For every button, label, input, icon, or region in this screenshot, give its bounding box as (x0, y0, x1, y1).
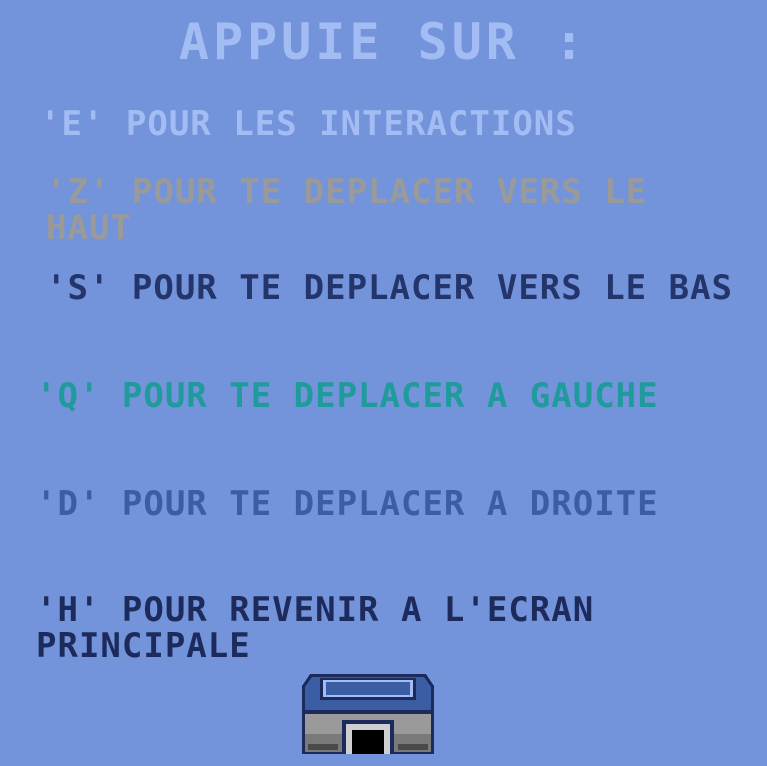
instruction-main-screen: 'H' POUR REVENIR A L'ECRAN PRINCIPALE (36, 590, 595, 666)
instruction-move-up: 'Z' POUR TE DEPLACER VERS LE HAUT (46, 172, 648, 248)
help-screen: APPUIE SUR : 'E' POUR LES INTERACTIONS '… (0, 0, 767, 766)
instruction-move-down: 'S' POUR TE DEPLACER VERS LE BAS (46, 268, 734, 308)
screen-title: APPUIE SUR : (178, 13, 589, 71)
instruction-move-left: 'Q' POUR TE DEPLACER A GAUCHE (36, 376, 659, 416)
instruction-move-right: 'D' POUR TE DEPLACER A DROITE (36, 484, 659, 524)
instruction-interact: 'E' POUR LES INTERACTIONS (40, 104, 577, 144)
console-icon (302, 674, 434, 754)
